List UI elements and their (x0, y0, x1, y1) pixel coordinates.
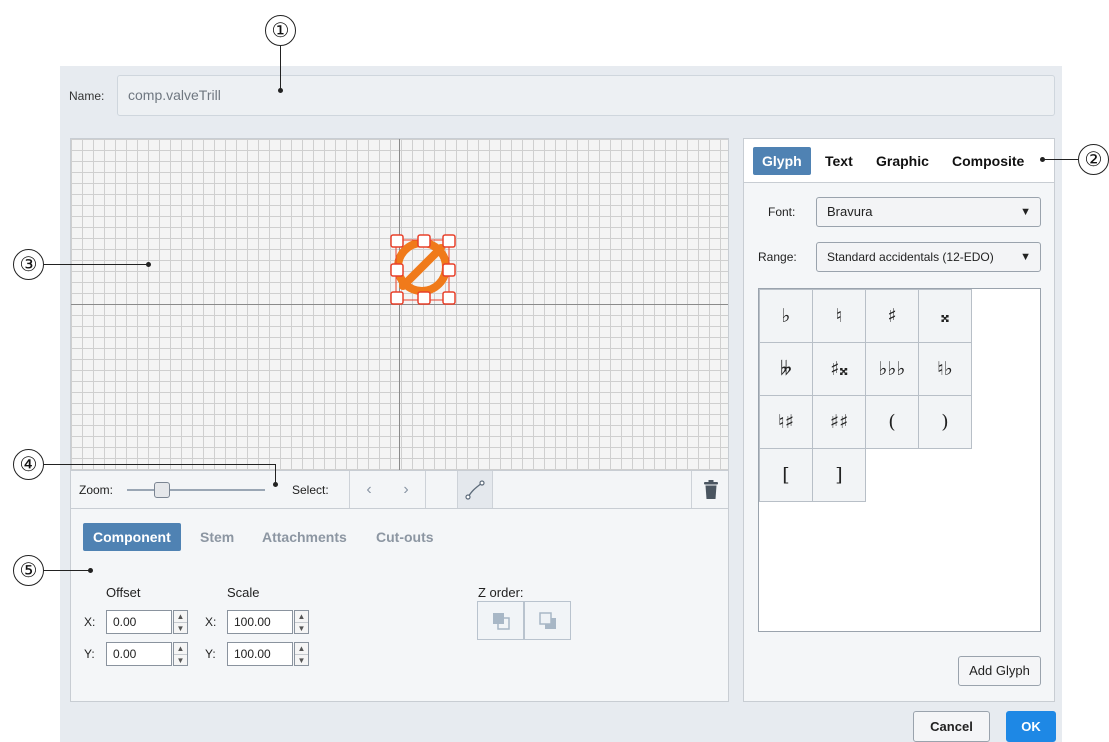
scale-x-label: X: (205, 615, 217, 629)
range-select-value: Standard accidentals (12-EDO) (827, 250, 994, 264)
ok-button[interactable]: OK (1006, 711, 1056, 742)
send-backward-icon (538, 611, 556, 629)
glyph-cell-natural-sharp[interactable]: ♮♯ (759, 395, 813, 449)
z-order-label: Z order: (478, 585, 524, 600)
glyph-grid: ♭ ♮ ♯ 𝄪 𝄫 ♯𝄪 ♭♭♭ ♮♭ ♮♯ ♯♯ ( ) [ ] (758, 288, 1041, 632)
toolbar-divider (425, 471, 426, 508)
callout-4-leader (44, 464, 275, 465)
offset-x-input[interactable]: 0.00 (106, 610, 172, 634)
callout-5: ⑤ (13, 555, 44, 586)
callout-1: ① (265, 15, 296, 46)
bezier-tool-button[interactable] (457, 471, 493, 508)
bring-forward-icon (492, 612, 510, 630)
glyph-cell-bracket-left[interactable]: [ (759, 448, 813, 502)
offset-x-label: X: (84, 615, 96, 629)
handle-right[interactable] (442, 263, 456, 277)
offset-label: Offset (106, 585, 141, 600)
callout-5-leader (44, 570, 90, 571)
scale-y-label: Y: (205, 647, 216, 661)
callout-2-dot (1040, 157, 1045, 162)
glyph-cell-sharp[interactable]: ♯ (865, 289, 919, 343)
cancel-button[interactable]: Cancel (913, 711, 990, 742)
add-glyph-button[interactable]: Add Glyph (958, 656, 1041, 686)
select-previous-button[interactable]: ‹ (356, 471, 382, 508)
scale-y-stepper[interactable]: ▲ ▼ (294, 642, 309, 666)
tab-composite[interactable]: Composite (943, 147, 1033, 175)
send-backward-button[interactable] (524, 601, 571, 640)
chevron-down-icon: ▼ (1020, 251, 1031, 263)
tab-attachments[interactable]: Attachments (252, 523, 357, 551)
callout-2-leader (1042, 159, 1078, 160)
tab-cut-outs[interactable]: Cut-outs (366, 523, 444, 551)
glyph-cell-triple-flat[interactable]: ♭♭♭ (865, 342, 919, 396)
font-select[interactable]: Bravura ▼ (816, 197, 1041, 227)
zoom-slider-thumb[interactable] (154, 482, 170, 498)
zoom-label: Zoom: (79, 483, 114, 497)
offset-y-input[interactable]: 0.00 (106, 642, 172, 666)
name-label: Name: (69, 89, 105, 103)
glyph-cell-flat[interactable]: ♭ (759, 289, 813, 343)
glyph-cell-sharp-sharp[interactable]: ♯♯ (812, 395, 866, 449)
handle-top[interactable] (417, 234, 431, 248)
glyph-cell-natural-flat[interactable]: ♮♭ (918, 342, 972, 396)
tab-stem[interactable]: Stem (190, 523, 244, 551)
scale-label: Scale (227, 585, 260, 600)
bezier-curve-icon (465, 479, 485, 500)
glyph-cell-paren-left[interactable]: ( (865, 395, 919, 449)
handle-bottom-left[interactable] (390, 291, 404, 305)
glyph-cell-natural[interactable]: ♮ (812, 289, 866, 343)
callout-1-leader (280, 46, 281, 90)
handle-top-right[interactable] (442, 234, 456, 248)
font-label: Font: (768, 205, 796, 219)
glyph-cell-double-flat[interactable]: 𝄫 (759, 342, 813, 396)
handle-left[interactable] (390, 263, 404, 277)
callout-3: ③ (13, 249, 44, 280)
offset-x-stepper[interactable]: ▲ ▼ (173, 610, 188, 634)
toolbar-divider (349, 471, 350, 508)
scale-x-input[interactable]: 100.00 (227, 610, 293, 634)
valve-slash (399, 244, 445, 290)
glyph-cell-bracket-right[interactable]: ] (812, 448, 866, 502)
scale-y-input[interactable]: 100.00 (227, 642, 293, 666)
selected-glyph[interactable] (381, 225, 481, 315)
range-select[interactable]: Standard accidentals (12-EDO) ▼ (816, 242, 1041, 272)
select-next-button[interactable]: › (393, 471, 419, 508)
offset-y-stepper[interactable]: ▲ ▼ (173, 642, 188, 666)
editor-canvas[interactable] (70, 138, 729, 471)
tab-text[interactable]: Text (816, 147, 862, 175)
range-label: Range: (758, 250, 797, 264)
offset-y-label: Y: (84, 647, 95, 661)
glyph-cell-double-sharp[interactable]: 𝄪 (918, 289, 972, 343)
glyph-cell-triple-sharp[interactable]: ♯𝄪 (812, 342, 866, 396)
tab-glyph[interactable]: Glyph (753, 147, 811, 175)
canvas-toolbar: Zoom: Select: ‹ › (70, 471, 729, 509)
name-input[interactable]: comp.valveTrill (117, 75, 1055, 116)
scale-x-stepper[interactable]: ▲ ▼ (294, 610, 309, 634)
tab-graphic[interactable]: Graphic (867, 147, 938, 175)
tab-component[interactable]: Component (83, 523, 181, 551)
handle-bottom[interactable] (417, 291, 431, 305)
callout-4-dot (273, 482, 278, 487)
bring-forward-button[interactable] (477, 601, 524, 640)
chevron-down-icon: ▼ (1020, 206, 1031, 218)
callout-1-dot (278, 88, 283, 93)
glyph-cell-paren-right[interactable]: ) (918, 395, 972, 449)
delete-button[interactable] (692, 471, 729, 508)
callout-3-dot (146, 262, 151, 267)
zoom-slider[interactable] (127, 489, 265, 491)
handle-bottom-right[interactable] (442, 291, 456, 305)
select-label: Select: (292, 483, 329, 497)
font-select-value: Bravura (827, 204, 873, 219)
handle-top-left[interactable] (390, 234, 404, 248)
callout-4-leader-drop (275, 464, 276, 484)
trash-icon (703, 479, 718, 499)
callout-2: ② (1078, 144, 1109, 175)
callout-4: ④ (13, 449, 44, 480)
callout-3-leader (44, 264, 148, 265)
callout-5-dot (88, 568, 93, 573)
